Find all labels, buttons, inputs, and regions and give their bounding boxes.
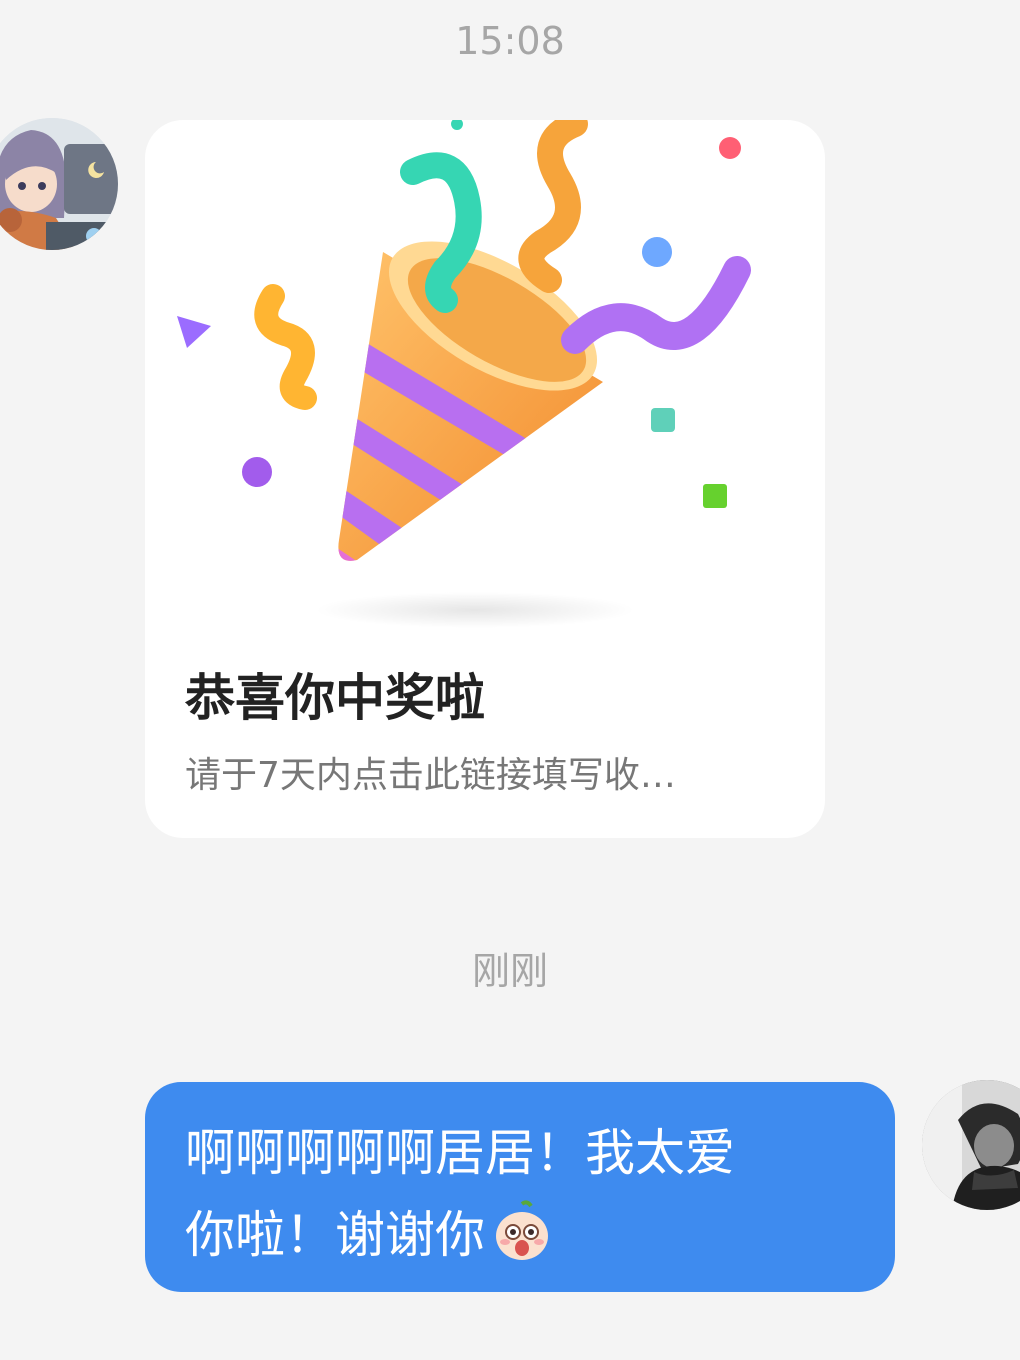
card-subtitle: 请于7天内点击此链接填写收… bbox=[185, 755, 676, 796]
message-line-2-text: 你啦！谢谢你 bbox=[185, 1206, 485, 1264]
timestamp-top: 15:08 bbox=[455, 19, 565, 63]
message-line-1: 啊啊啊啊啊居居！我太爱 bbox=[185, 1124, 735, 1182]
party-popper-icon bbox=[177, 120, 751, 628]
prize-card[interactable]: 恭喜你中奖啦 请于7天内点击此链接填写收… bbox=[145, 120, 825, 838]
surprised-face-emoji-icon bbox=[496, 1200, 548, 1260]
timestamp-mid: 刚刚 bbox=[471, 949, 548, 993]
sender-avatar[interactable] bbox=[0, 118, 118, 250]
my-avatar[interactable] bbox=[922, 1080, 1020, 1210]
anime-girl-avatar-icon bbox=[0, 118, 118, 250]
message-bubble[interactable]: 啊啊啊啊啊居居！我太爱 你啦！谢谢你 bbox=[145, 1082, 895, 1292]
message-line-2: 你啦！谢谢你 bbox=[185, 1194, 855, 1276]
profile-photo-avatar-icon bbox=[922, 1080, 1020, 1210]
card-title: 恭喜你中奖啦 bbox=[185, 669, 485, 727]
